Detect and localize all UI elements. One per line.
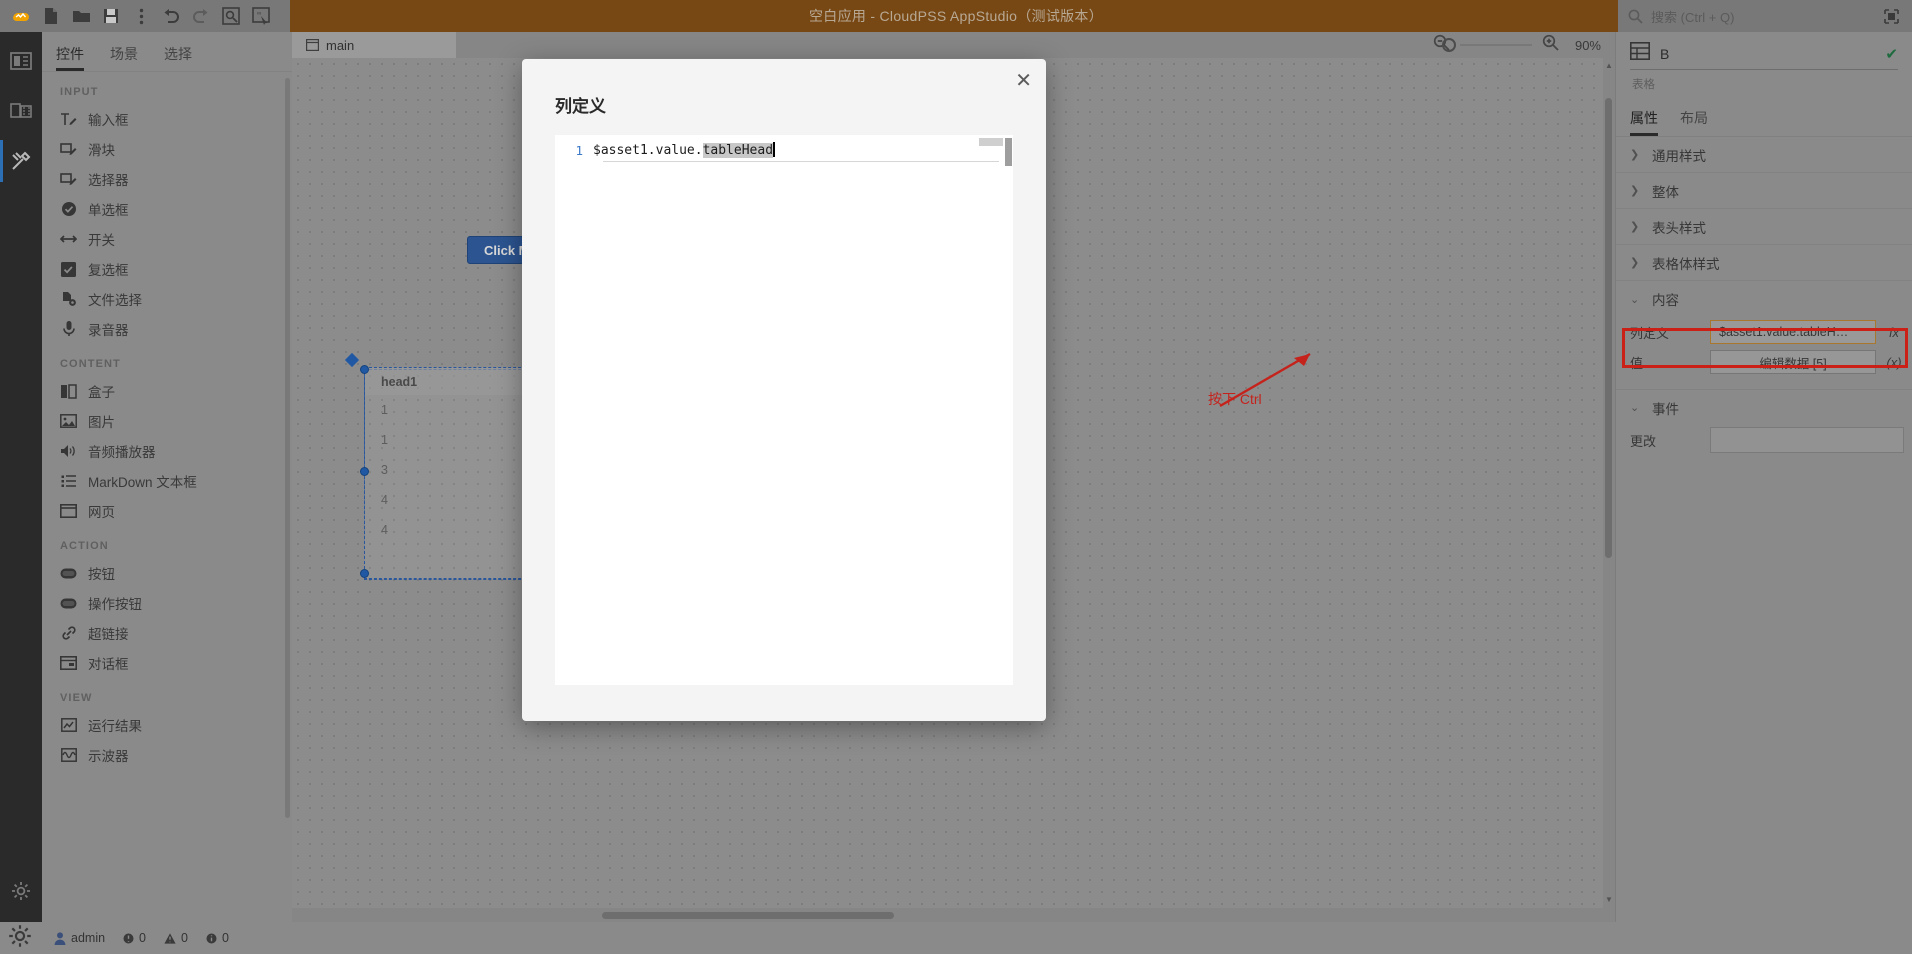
editor-code-prefix: $asset1.value. [593, 143, 703, 158]
status-warning-value: 0 [181, 931, 188, 945]
redo-icon [186, 0, 216, 32]
user-icon [54, 931, 66, 945]
editor-line-number: 1 [575, 142, 583, 158]
status-username: admin [71, 931, 106, 945]
editor-caret [773, 142, 775, 157]
info-icon [206, 933, 217, 943]
app-window: ∞ 空白应用 - CloudPSS AppStudio（测试版本） 搜索 (Ct… [0, 0, 1912, 954]
svg-text:∞: ∞ [257, 11, 261, 17]
status-error-value: 0 [139, 931, 146, 945]
toolbar: ∞ [0, 0, 276, 32]
status-info-count[interactable]: 0 [206, 931, 229, 945]
error-icon [123, 933, 134, 943]
editor-line-divider [603, 161, 999, 162]
status-settings-button[interactable] [8, 924, 34, 950]
close-icon[interactable]: ✕ [1015, 71, 1032, 91]
new-file-icon[interactable] [36, 0, 66, 32]
logo-icon[interactable] [6, 0, 36, 32]
open-folder-icon[interactable] [66, 0, 96, 32]
run-icon[interactable]: ∞ [246, 0, 276, 32]
status-warning-count[interactable]: 0 [164, 931, 188, 945]
dialog-title: 列定义 [555, 97, 606, 116]
warning-icon [164, 932, 176, 944]
status-user[interactable]: admin [54, 931, 105, 945]
editor-code-selection: tableHead [702, 143, 774, 158]
undo-icon[interactable] [156, 0, 186, 32]
editor-scrollbar[interactable] [1005, 138, 1012, 166]
editor-minimap [979, 138, 1003, 146]
editor-code-text[interactable]: $asset1.value.tableHead [593, 142, 775, 158]
status-error-count[interactable]: 0 [123, 931, 146, 945]
more-vertical-icon[interactable] [126, 0, 156, 32]
editor-line: 1 $asset1.value.tableHead [555, 140, 1013, 160]
column-definition-dialog: ✕ 列定义 1 $asset1.value.tableHead [522, 59, 1046, 721]
preview-icon[interactable] [216, 0, 246, 32]
status-info-value: 0 [221, 931, 229, 945]
gear-icon [9, 925, 31, 947]
code-editor[interactable]: 1 $asset1.value.tableHead [555, 135, 1013, 685]
status-bar: admin 0 0 0 [0, 922, 1912, 954]
save-icon[interactable] [96, 0, 126, 32]
